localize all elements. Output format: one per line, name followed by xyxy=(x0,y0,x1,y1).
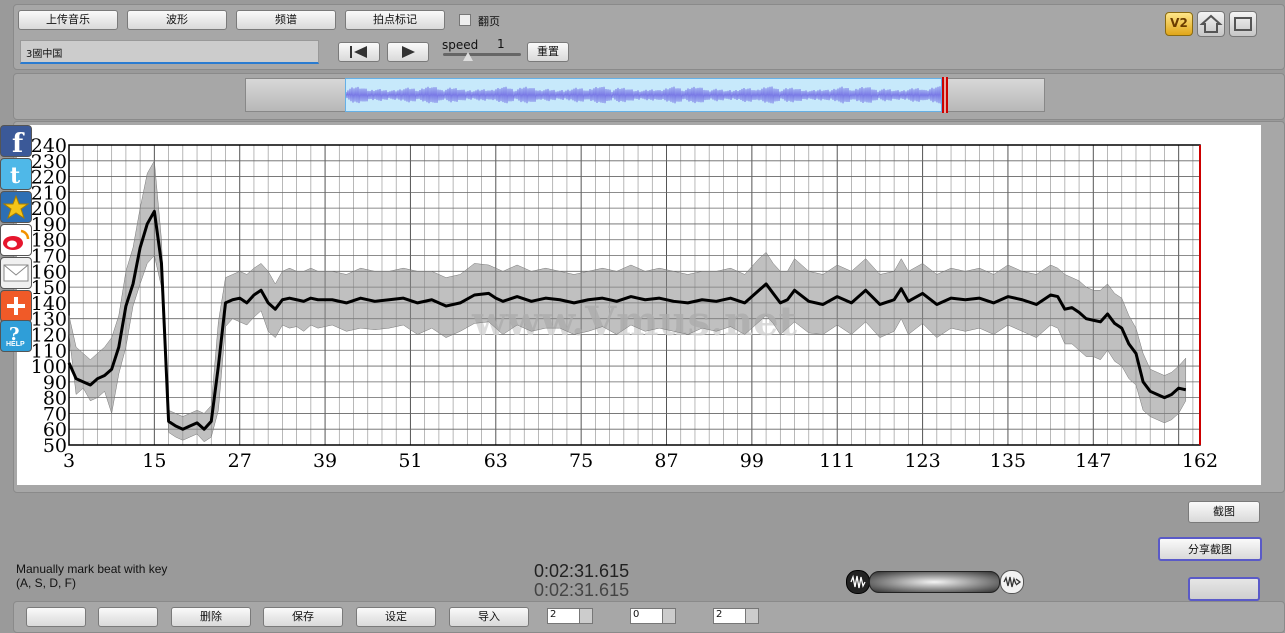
overview-selection[interactable] xyxy=(345,78,942,112)
metronome-icon-button[interactable] xyxy=(98,607,158,627)
fullscreen-icon[interactable] xyxy=(1229,11,1257,37)
x-tick-label: 39 xyxy=(313,450,337,472)
stepper-1-value: 2 xyxy=(550,609,557,620)
import-button[interactable]: 导入 xyxy=(449,607,529,627)
stepper-2[interactable]: 0 xyxy=(630,608,676,624)
wave-end-icon[interactable] xyxy=(1000,570,1024,594)
speed-value: 1 xyxy=(497,37,505,51)
svg-text:t: t xyxy=(10,163,21,189)
x-tick-label: 135 xyxy=(990,450,1026,472)
v2-badge[interactable]: V2 xyxy=(1165,12,1193,36)
speed-label: speed xyxy=(442,38,479,52)
x-tick-label: 147 xyxy=(1075,450,1111,472)
overview-playhead[interactable] xyxy=(942,77,948,113)
x-tick-label: 63 xyxy=(484,450,508,472)
page-turn-checkbox[interactable] xyxy=(459,14,471,26)
tempo-range-band xyxy=(68,159,1187,443)
email-icon[interactable] xyxy=(0,257,32,289)
share-screenshot-button[interactable]: 分享截图 xyxy=(1158,537,1262,561)
page-turn-label: 翻页 xyxy=(478,15,500,28)
x-tick-label: 162 xyxy=(1182,450,1218,472)
speed-slider-handle[interactable] xyxy=(463,52,473,61)
x-tick-label: 111 xyxy=(819,450,855,472)
x-tick-label: 75 xyxy=(569,450,593,472)
beat-hint-line1: Manually mark beat with key xyxy=(16,562,168,576)
disabled-action-button[interactable] xyxy=(1188,577,1260,601)
mini-waveform-path xyxy=(346,86,941,104)
x-tick-label: 87 xyxy=(654,450,678,472)
upload-music-button[interactable]: 上传音乐 xyxy=(18,10,118,30)
x-tick-label: 99 xyxy=(740,450,764,472)
speed-slider[interactable] xyxy=(443,53,521,56)
x-tick-label: 3 xyxy=(63,450,75,472)
beat-mark-button[interactable]: 拍点标记 xyxy=(345,10,445,30)
stepper-2-value: 0 xyxy=(633,609,640,620)
favorite-star-icon[interactable] xyxy=(0,191,32,223)
wave-start-icon[interactable] xyxy=(846,570,870,594)
x-tick-label: 15 xyxy=(142,450,166,472)
song-name-input[interactable]: 3國中国 xyxy=(20,40,319,64)
tempo-chart: www.Vmus.net5060708090100110120130140150… xyxy=(31,135,1218,472)
stepper-1[interactable]: 2 xyxy=(547,608,593,624)
x-tick-label: 27 xyxy=(228,450,252,472)
waveform-button[interactable]: 波形 xyxy=(127,10,227,30)
volume-slider[interactable] xyxy=(869,571,1000,593)
stepper-3[interactable]: 2 xyxy=(713,608,759,624)
spectrum-button[interactable]: 频谱 xyxy=(236,10,336,30)
save-button[interactable]: 保存 xyxy=(263,607,343,627)
screenshot-button[interactable]: 截图 xyxy=(1188,501,1260,523)
home-icon[interactable] xyxy=(1197,11,1225,37)
svg-text:f: f xyxy=(12,129,25,156)
reset-button[interactable]: 重置 xyxy=(527,42,569,62)
help-icon[interactable]: ? HELP xyxy=(0,320,32,352)
edit-icon-button[interactable] xyxy=(26,607,86,627)
x-tick-label: 123 xyxy=(904,450,940,472)
time-display-primary: 0:02:31.615 xyxy=(534,561,630,581)
settings-button[interactable]: 设定 xyxy=(356,607,436,627)
mini-waveform xyxy=(346,86,941,104)
add-share-icon[interactable] xyxy=(0,290,32,322)
help-label: HELP xyxy=(6,341,25,348)
y-tick-label: 240 xyxy=(31,135,67,157)
skip-back-icon xyxy=(350,46,367,58)
play-icon xyxy=(402,46,415,58)
previous-button[interactable] xyxy=(338,42,380,62)
weibo-icon[interactable] xyxy=(0,224,32,256)
facebook-icon[interactable]: f xyxy=(0,125,32,159)
chart-area: www.Vmus.net5060708090100110120130140150… xyxy=(17,125,1261,485)
beat-hint-line2: (A, S, D, F) xyxy=(16,576,76,590)
delete-button[interactable]: 删除 xyxy=(171,607,251,627)
play-button[interactable] xyxy=(387,42,429,62)
x-tick-label: 51 xyxy=(398,450,422,472)
twitter-icon[interactable]: t xyxy=(0,158,32,190)
time-display-secondary: 0:02:31.615 xyxy=(534,580,630,600)
stepper-3-value: 2 xyxy=(716,609,723,620)
